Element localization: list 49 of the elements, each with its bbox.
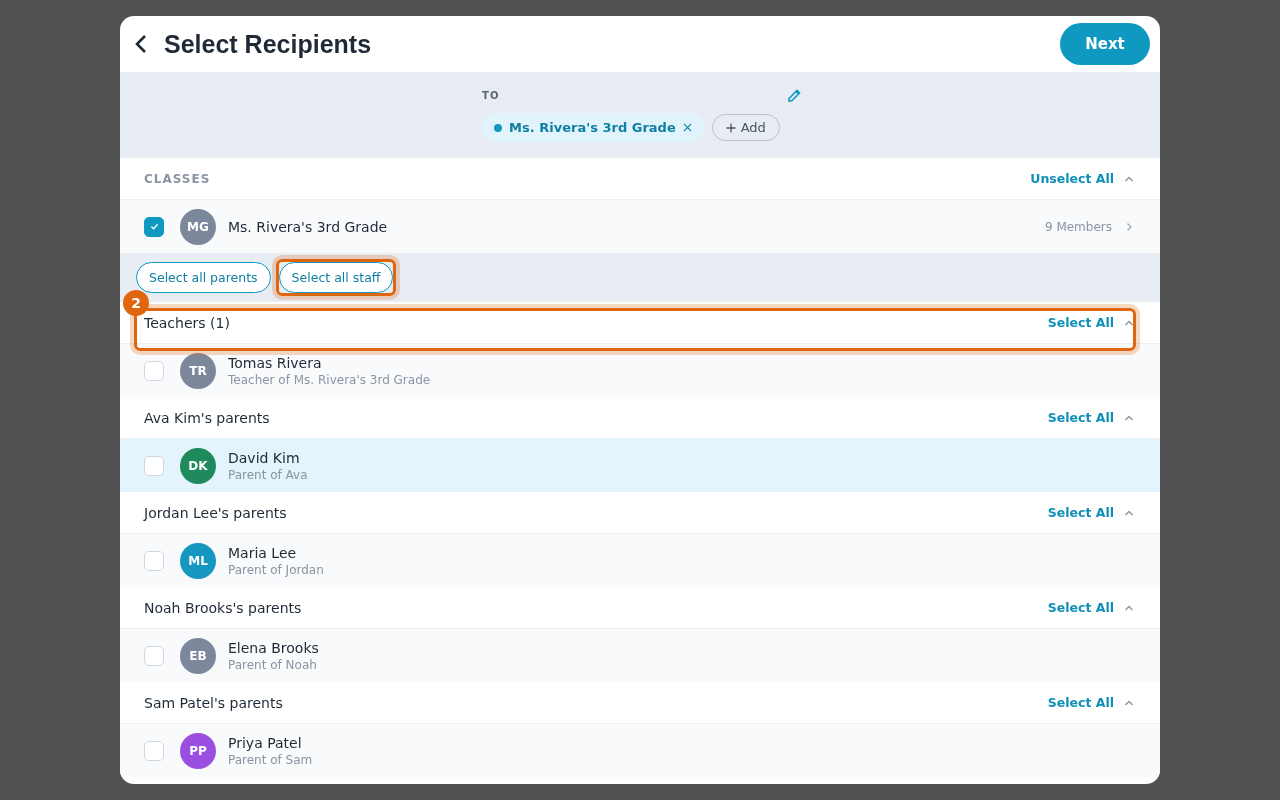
avatar: DK — [180, 447, 216, 484]
chip-label: Ms. Rivera's 3rd Grade — [509, 120, 676, 135]
class-row[interactable]: MG Ms. Rivera's 3rd Grade 9 Members — [120, 200, 1160, 253]
class-name: Ms. Rivera's 3rd Grade — [228, 218, 389, 235]
avatar: ML — [180, 542, 216, 579]
pencil-icon — [785, 88, 802, 104]
unselect-all-link[interactable]: Unselect All — [1030, 171, 1114, 186]
chevron-right-icon — [1124, 221, 1134, 232]
recipient-row[interactable]: TR Tomas Rivera Teacher of Ms. Rivera's 3rd Grade — [120, 344, 1160, 397]
group-heading: Jordan Lee's parents — [144, 504, 288, 521]
close-icon — [682, 123, 692, 132]
recipient-row[interactable]: DK David Kim Parent of Ava — [120, 439, 1160, 492]
recipient-role: Parent of Ava — [228, 467, 309, 482]
quick-select-button[interactable]: Select all staff — [278, 262, 394, 293]
to-label: TO — [482, 90, 500, 101]
recipient-name: Priya Patel — [228, 734, 303, 751]
select-all-link[interactable]: Select All — [1047, 505, 1114, 520]
recipient-role: Parent of Sam — [228, 752, 314, 767]
recipient-role: Parent of Noah — [228, 657, 318, 672]
group-heading: Teachers (1) — [144, 314, 231, 331]
recipient-role: Parent of Jordan — [228, 562, 325, 577]
select-all-link[interactable]: Select All — [1047, 695, 1114, 710]
recipient-row[interactable]: EB Elena Brooks Parent of Noah — [120, 629, 1160, 682]
avatar: TR — [180, 352, 216, 389]
group-heading: Noah Brooks's parents — [144, 599, 303, 616]
recipient-name: Maria Lee — [228, 544, 298, 561]
dialog-title: Select Recipients — [164, 29, 373, 59]
avatar: EB — [180, 637, 216, 674]
next-button[interactable]: Next — [1060, 23, 1150, 65]
avatar: MG — [180, 208, 216, 245]
quick-select-button[interactable]: Select all parents — [136, 262, 271, 293]
recipient-role: Teacher of Ms. Rivera's 3rd Grade — [228, 372, 432, 387]
group-heading: Sam Patel's parents — [144, 694, 284, 711]
recipient-name: David Kim — [228, 449, 301, 466]
avatar: PP — [180, 732, 216, 769]
recipient-chip[interactable]: Ms. Rivera's 3rd Grade — [482, 113, 704, 142]
plus-icon — [725, 122, 736, 133]
select-all-link[interactable]: Select All — [1047, 315, 1114, 330]
recipient-name: Tomas Rivera — [228, 354, 323, 371]
section-heading: CLASSES — [144, 171, 212, 186]
recipient-row[interactable]: ML Maria Lee Parent of Jordan — [120, 534, 1160, 587]
checkbox[interactable] — [144, 216, 164, 237]
select-all-link[interactable]: Select All — [1047, 410, 1114, 425]
checkmark-icon — [149, 222, 159, 231]
group-heading: Ava Kim's parents — [144, 409, 271, 426]
recipient-name: Elena Brooks — [228, 639, 320, 656]
recipient-row[interactable]: PP Priya Patel Parent of Sam — [120, 724, 1160, 777]
select-all-link[interactable]: Select All — [1047, 600, 1114, 615]
member-count: 9 Members — [1044, 219, 1112, 234]
